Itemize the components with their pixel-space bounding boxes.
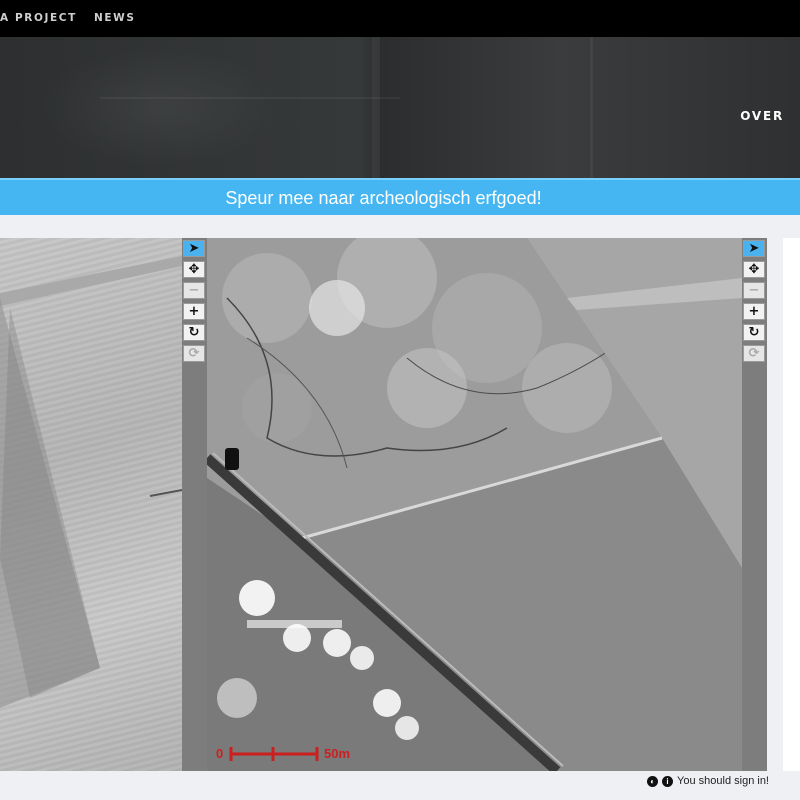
- scale-end-label: 50m: [324, 746, 351, 761]
- zoom-out-icon[interactable]: −: [183, 282, 205, 299]
- zoom-in-icon[interactable]: +: [743, 303, 765, 320]
- info-icon[interactable]: i: [662, 775, 674, 787]
- status-bar: ◐ i You should sign in!: [647, 775, 769, 787]
- move-icon[interactable]: ✥: [183, 261, 205, 278]
- rotate-icon[interactable]: ↻: [743, 324, 765, 341]
- nav-item-news[interactable]: NEWS: [94, 12, 136, 24]
- reset-rotation-icon[interactable]: ⟳: [183, 345, 205, 362]
- pointer-icon[interactable]: ➤: [183, 240, 205, 257]
- zoom-out-icon[interactable]: −: [743, 282, 765, 299]
- nav-item-project[interactable]: A PROJECT: [0, 12, 77, 24]
- move-icon[interactable]: ✥: [743, 261, 765, 278]
- aerial-image-panel[interactable]: [207, 238, 742, 771]
- lidar-image-panel[interactable]: [0, 238, 182, 771]
- scale-bar: 0 50m: [213, 743, 373, 765]
- top-navigation: A PROJECT NEWS: [0, 0, 800, 37]
- reset-rotation-icon[interactable]: ⟳: [743, 345, 765, 362]
- tagline-text: Speur mee naar archeologisch erfgoed!: [225, 188, 542, 208]
- zoom-in-icon[interactable]: +: [183, 303, 205, 320]
- nav-link-over[interactable]: OVER: [740, 109, 784, 123]
- rotate-icon[interactable]: ↻: [183, 324, 205, 341]
- contrast-icon[interactable]: ◐: [647, 775, 659, 787]
- aerial-photo-image: [207, 238, 742, 771]
- pointer-icon[interactable]: ➤: [743, 240, 765, 257]
- side-panel: [783, 238, 800, 771]
- lidar-hillshade-image: [0, 238, 182, 771]
- tagline-banner: Speur mee naar archeologisch erfgoed!: [0, 178, 800, 215]
- sign-in-message[interactable]: You should sign in!: [677, 775, 769, 787]
- hero-image: OVER: [0, 37, 800, 178]
- scale-start-label: 0: [216, 746, 224, 761]
